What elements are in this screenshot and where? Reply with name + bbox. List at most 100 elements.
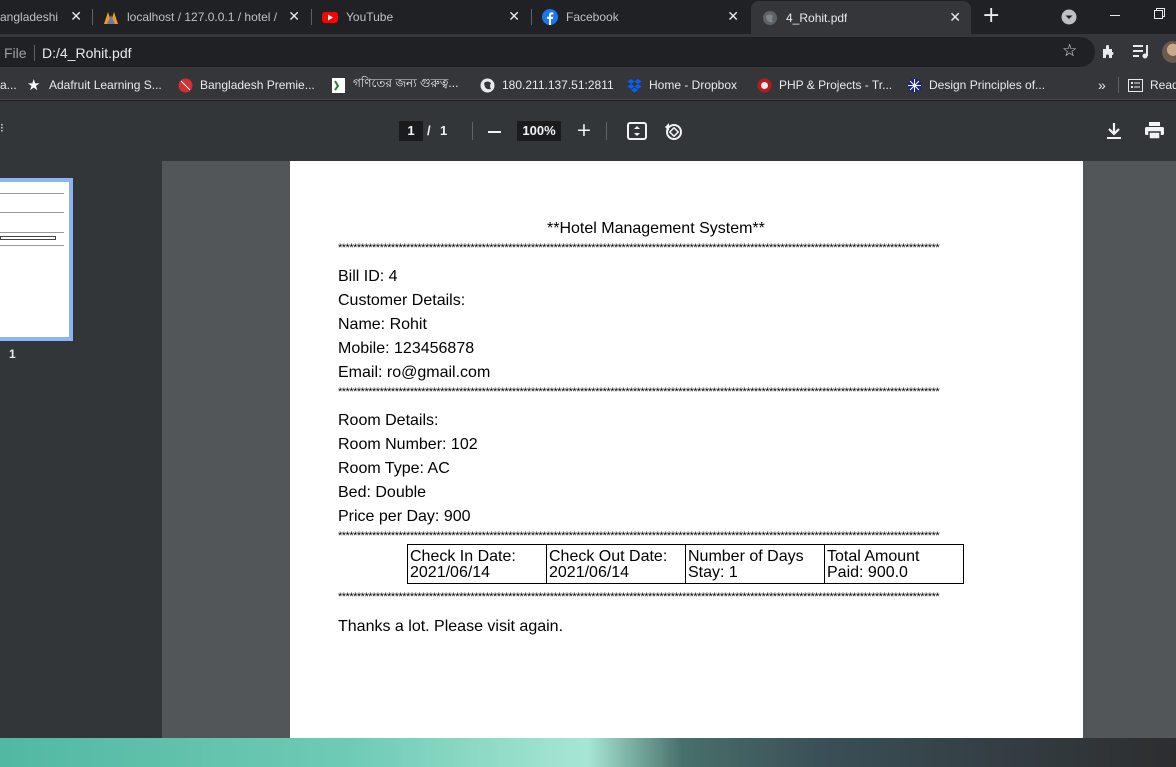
tab-bangladeshi[interactable]: angladeshi c ✕ [0, 0, 92, 34]
bookmark-item[interactable]: PHP & Projects - Tr... [757, 76, 892, 94]
tab-strip: angladeshi c ✕ localhost / 127.0.0.1 / h… [0, 0, 1176, 34]
bill-id: Bill ID: 4 [338, 268, 398, 285]
cell-value: Stay: 1 [688, 564, 738, 581]
customer-details-heading: Customer Details: [338, 292, 466, 309]
bookmark-label: 180.211.137.51:2811 [502, 78, 614, 92]
tab-title: angladeshi c [0, 10, 62, 24]
bookmark-item[interactable]: ★ Adafruit Learning S... [27, 76, 162, 94]
bookmark-label: গণিতের জন্য গুরুত্ব... [353, 76, 459, 90]
pdf-viewer: **Hotel Management System** ************… [162, 161, 1176, 738]
cell-value: Paid: 900.0 [827, 564, 908, 581]
room-number: Room Number: 102 [338, 436, 478, 453]
divider-stars: ****************************************… [338, 530, 940, 542]
close-icon[interactable]: ✕ [949, 10, 961, 26]
tab-search-icon[interactable] [1061, 9, 1077, 25]
bookmarks-overflow-button[interactable]: » [1098, 76, 1106, 94]
divider-stars: ****************************************… [338, 242, 940, 254]
room-details-heading: Room Details: [338, 412, 439, 429]
page-number-input[interactable]: 1 [399, 121, 423, 141]
design-icon [907, 78, 922, 92]
cell-label: Total Amount [827, 548, 920, 565]
new-tab-button[interactable]: + [982, 5, 1000, 27]
close-icon[interactable]: ✕ [70, 9, 82, 25]
bookmark-label: Design Principles of... [929, 78, 1046, 92]
bookmark-label: PHP & Projects - Tr... [779, 78, 893, 92]
bookmark-item[interactable]: গণিতের জন্য গুরুত্ব... [331, 76, 458, 94]
facebook-icon [542, 9, 558, 25]
php-icon [757, 78, 772, 92]
download-icon[interactable] [1106, 122, 1122, 140]
tab-title: Facebook [566, 10, 619, 24]
reading-list-icon [1128, 78, 1143, 92]
tab-facebook[interactable]: Facebook ✕ [532, 0, 749, 34]
bookmark-item[interactable]: a... [0, 76, 17, 94]
cricket-ball-icon [178, 78, 193, 92]
tab-youtube[interactable]: YouTube ✕ [312, 0, 530, 34]
pdf-toolbar: ⁝ 1 / 1 100% + [0, 101, 1176, 161]
math-book-icon [332, 77, 345, 93]
bed-type: Bed: Double [338, 484, 427, 501]
address-bar[interactable]: File D:/4_Rohit.pdf ☆ [0, 37, 1095, 67]
zoom-input[interactable]: 100% [517, 121, 561, 141]
reading-list-button[interactable]: Read [1128, 76, 1176, 94]
browser-toolbar: File D:/4_Rohit.pdf ☆ [0, 34, 1176, 70]
scheme-divider [34, 45, 35, 61]
total-pages: 1 [440, 123, 448, 138]
bookmark-label: Adafruit Learning S... [49, 78, 162, 92]
avatar[interactable] [1162, 41, 1176, 63]
document-title: **Hotel Management System** [547, 220, 765, 237]
pdf-page: **Hotel Management System** ************… [290, 161, 1083, 738]
close-icon[interactable]: ✕ [288, 9, 300, 25]
customer-mobile: Mobile: 123456878 [338, 340, 475, 357]
fit-page-icon[interactable] [627, 122, 647, 140]
minimize-icon[interactable] [1110, 15, 1120, 16]
youtube-icon [322, 12, 338, 23]
table-cell-check-out: Check Out Date: 2021/06/14 [546, 544, 686, 584]
print-icon[interactable] [1145, 122, 1164, 139]
globe-icon [763, 10, 777, 25]
rotate-icon[interactable] [663, 121, 683, 141]
tab-title: YouTube [346, 10, 394, 24]
cell-value: 2021/06/14 [549, 564, 630, 581]
restore-icon[interactable] [1154, 10, 1163, 19]
globe-icon [480, 78, 495, 92]
bookmarks-divider [1118, 77, 1119, 93]
bookmark-item[interactable]: Home - Dropbox [627, 76, 737, 94]
sidebar-menu-icon[interactable]: ⁝ [0, 121, 4, 135]
cell-label: Number of Days [688, 548, 804, 565]
zoom-in-icon[interactable]: + [576, 119, 592, 141]
table-row: Check In Date: 2021/06/14 Check Out Date:… [407, 544, 964, 584]
tab-pdf-active[interactable]: 4_Rohit.pdf ✕ [751, 1, 971, 34]
zoom-out-icon[interactable] [488, 131, 501, 133]
thumbnail-line [0, 193, 64, 194]
thumbnail-table [0, 236, 56, 240]
bookmark-item[interactable]: Bangladesh Premie... [178, 76, 315, 94]
phpmyadmin-icon [104, 12, 118, 24]
bookmark-item[interactable]: Design Principles of... [907, 76, 1045, 94]
url-text[interactable]: D:/4_Rohit.pdf [42, 45, 132, 61]
adafruit-star-icon: ★ [27, 75, 41, 94]
close-icon[interactable]: ✕ [727, 9, 739, 25]
page-thumbnail[interactable] [0, 178, 73, 341]
bookmarks-bar: a... ★ Adafruit Learning S... Bangladesh… [0, 70, 1176, 100]
tab-localhost[interactable]: localhost / 127.0.0.1 / hotel / ✕ [93, 0, 310, 34]
bookmark-label: Bangladesh Premie... [200, 78, 315, 92]
customer-email: Email: ro@gmail.com [338, 364, 491, 381]
close-icon[interactable]: ✕ [508, 9, 520, 25]
bookmark-item[interactable]: 180.211.137.51:2811 [480, 76, 614, 94]
bookmark-label: a... [0, 78, 17, 92]
bookmark-label: Home - Dropbox [649, 78, 738, 92]
cell-label: Check In Date: [410, 548, 516, 565]
cell-value: 2021/06/14 [410, 564, 491, 581]
price-per-day: Price per Day: 900 [338, 508, 471, 525]
extensions-icon[interactable] [1101, 43, 1118, 60]
bookmark-star-icon[interactable]: ☆ [1062, 41, 1077, 61]
tab-title: localhost / 127.0.0.1 / hotel / [127, 10, 278, 24]
table-cell-total: Total Amount Paid: 900.0 [824, 544, 964, 584]
cell-label: Check Out Date: [549, 548, 668, 565]
media-control-icon[interactable] [1133, 44, 1150, 59]
page-separator: / [427, 123, 431, 138]
url-scheme-chip: File [4, 45, 27, 61]
table-cell-days: Number of Days Stay: 1 [685, 544, 825, 584]
thumbnail-page-number: 1 [9, 347, 16, 361]
